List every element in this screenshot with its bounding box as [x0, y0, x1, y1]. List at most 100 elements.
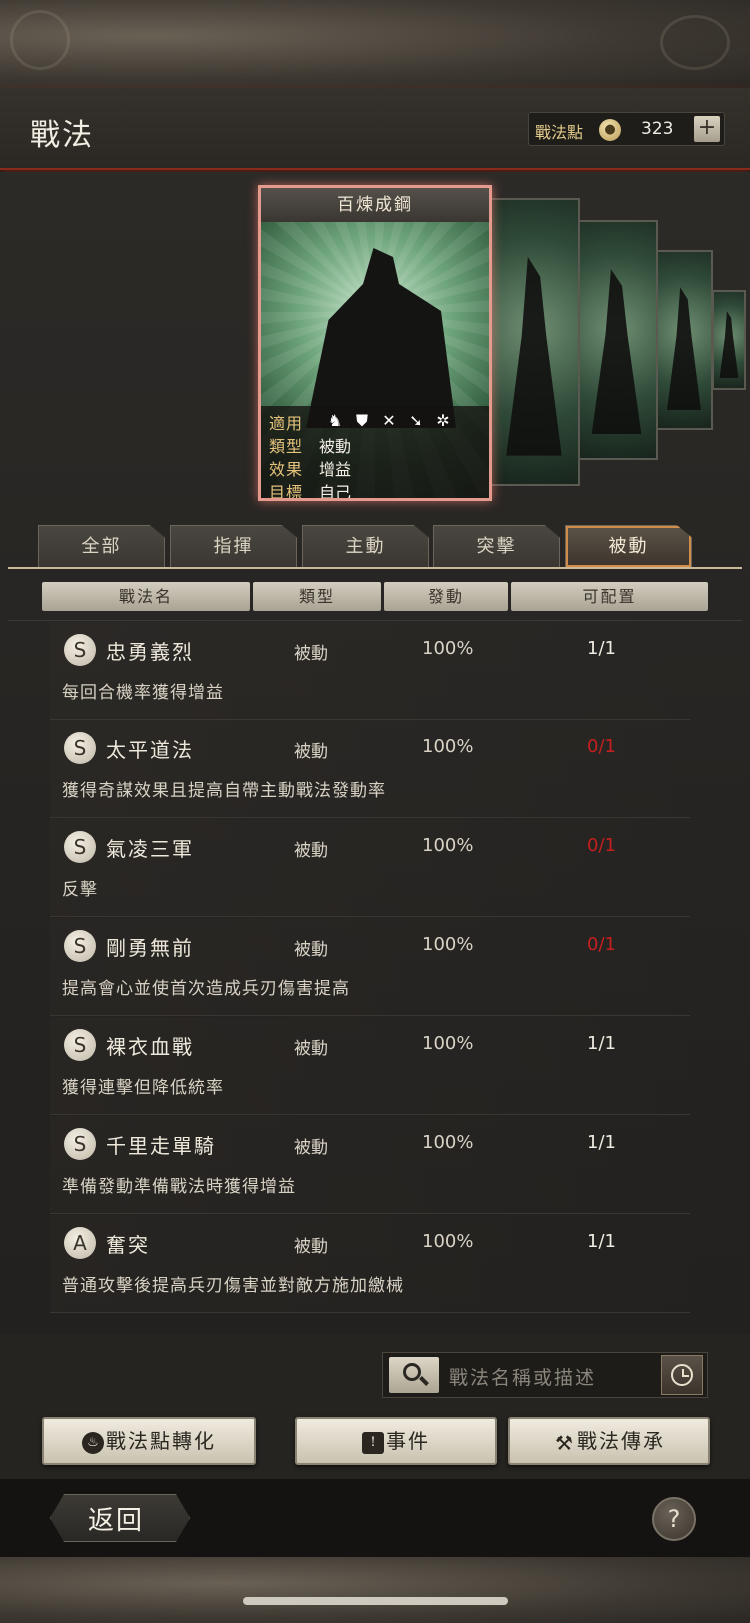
skill-row[interactable]: S 氣凌三軍 被動 100% 0/1 反擊 — [50, 819, 690, 917]
column-header-available[interactable]: 可配置 — [511, 582, 708, 611]
skill-type: 被動 — [294, 940, 328, 960]
column-header-name[interactable]: 戰法名 — [42, 582, 250, 611]
header-separator — [8, 620, 742, 621]
skill-rate: 100% — [422, 736, 474, 757]
skill-rate: 100% — [422, 1231, 474, 1252]
help-button[interactable]: ? — [652, 1497, 696, 1541]
skill-type: 被動 — [294, 742, 328, 762]
card-preview-3[interactable] — [655, 250, 713, 430]
bow-icon: ✕ — [382, 411, 396, 430]
skill-description: 獲得奇謀效果且提高自帶主動戰法發動率 — [62, 781, 386, 801]
skill-count: 0/1 — [587, 934, 616, 955]
card-title: 百煉成鋼 — [261, 188, 489, 222]
inherit-tactic-label: 戰法傳承 — [577, 1429, 665, 1453]
search-input[interactable]: 戰法名稱或描述 — [449, 1363, 596, 1390]
skill-type: 被動 — [294, 1039, 328, 1059]
grade-badge: S — [64, 634, 96, 666]
column-header-type[interactable]: 類型 — [253, 582, 381, 611]
wheel-icon: ✲ — [436, 411, 450, 430]
skill-type: 被動 — [294, 841, 328, 861]
skill-row[interactable]: A 奮突 被動 100% 1/1 普通攻擊後提高兵刃傷害並對敵方施加繳械 — [50, 1215, 690, 1313]
skill-count: 1/1 — [587, 1033, 616, 1054]
skill-rate: 100% — [422, 934, 474, 955]
card-preview-4[interactable] — [712, 290, 746, 390]
flame-icon: ♨ — [82, 1431, 104, 1454]
skill-type: 被動 — [294, 644, 328, 664]
tab-assault[interactable]: 突擊 — [433, 525, 560, 567]
hammer-icon: ⚒ — [555, 1430, 573, 1455]
inherit-tactic-button[interactable]: ⚒ 戰法傳承 — [508, 1417, 710, 1465]
history-button[interactable] — [661, 1355, 703, 1395]
tactic-points-label: 戰法點 — [535, 123, 584, 142]
cavalry-icon: ♞ — [327, 411, 343, 430]
skill-name: 氣凌三軍 — [106, 837, 194, 861]
skill-row[interactable]: S 太平道法 被動 100% 0/1 獲得奇謀效果且提高自帶主動戰法發動率 — [50, 720, 690, 818]
page-title: 戰法 — [30, 118, 94, 153]
skill-name: 太平道法 — [106, 738, 194, 762]
featured-tactic-card[interactable]: 百煉成鋼 適用 ♞ ⛊ ✕ ➘ ✲ 類型 被動 效果 增益 目標 自己 — [258, 185, 492, 501]
event-label: 事件 — [386, 1429, 430, 1453]
top-background — [0, 0, 750, 90]
event-button[interactable]: ! 事件 — [295, 1417, 497, 1465]
bottom-decoration — [0, 1557, 750, 1623]
tab-passive[interactable]: 被動 — [565, 525, 692, 567]
skill-description: 反擊 — [62, 880, 98, 900]
skill-description: 提高會心並使首次造成兵刃傷害提高 — [62, 979, 350, 999]
tab-command[interactable]: 指揮 — [170, 525, 297, 567]
card-info-panel: 適用 ♞ ⛊ ✕ ➘ ✲ 類型 被動 效果 增益 目標 自己 — [261, 406, 489, 501]
tab-divider — [8, 567, 742, 569]
tactic-point-coin-icon: ● — [599, 119, 621, 141]
grade-badge: S — [64, 1128, 96, 1160]
grade-badge: S — [64, 831, 96, 863]
card-preview-2[interactable] — [575, 220, 658, 460]
back-label[interactable]: 返回 — [88, 1500, 144, 1537]
tab-active[interactable]: 主動 — [302, 525, 429, 567]
skill-rate: 100% — [422, 835, 474, 856]
skill-name: 剛勇無前 — [106, 936, 194, 960]
card-row-applicable: 適用 ♞ ⛊ ✕ ➘ ✲ — [269, 410, 450, 433]
skill-row[interactable]: S 裸衣血戰 被動 100% 1/1 獲得連擊但降低統率 — [50, 1017, 690, 1115]
convert-points-button[interactable]: ♨ 戰法點轉化 — [42, 1417, 256, 1465]
event-icon: ! — [362, 1431, 384, 1454]
search-box[interactable]: 戰法名稱或描述 — [382, 1352, 708, 1398]
skill-name: 裸衣血戰 — [106, 1035, 194, 1059]
troop-type-icons: ♞ ⛊ ✕ ➘ ✲ — [325, 411, 460, 431]
skill-description: 獲得連擊但降低統率 — [62, 1078, 224, 1098]
skill-description: 普通攻擊後提高兵刃傷害並對敵方施加繳械 — [62, 1276, 404, 1296]
spear-icon: ➘ — [409, 411, 423, 430]
skill-count: 1/1 — [587, 1231, 616, 1252]
tactic-points-box: 戰法點 ● 323 + — [528, 112, 725, 146]
tab-all[interactable]: 全部 — [38, 525, 165, 567]
clock-icon — [671, 1364, 693, 1386]
skill-row[interactable]: S 忠勇義烈 被動 100% 1/1 每回合機率獲得增益 — [50, 622, 690, 720]
skill-count: 0/1 — [587, 835, 616, 856]
skill-count: 0/1 — [587, 736, 616, 757]
skill-description: 準備發動準備戰法時獲得增益 — [62, 1177, 296, 1197]
card-preview-1[interactable] — [488, 198, 580, 486]
skill-rate: 100% — [422, 638, 474, 659]
tactic-points-value: 323 — [641, 119, 674, 139]
skill-row[interactable]: S 剛勇無前 被動 100% 0/1 提高會心並使首次造成兵刃傷害提高 — [50, 918, 690, 1016]
skill-name: 忠勇義烈 — [106, 640, 194, 664]
skill-row[interactable]: S 千里走單騎 被動 100% 1/1 準備發動準備戰法時獲得增益 — [50, 1116, 690, 1214]
search-button[interactable] — [389, 1357, 439, 1393]
skill-count: 1/1 — [587, 638, 616, 659]
card-row-target: 目標 自己 — [269, 483, 352, 501]
header-bar: 戰法 戰法點 ● 323 + — [0, 88, 750, 170]
skill-type: 被動 — [294, 1138, 328, 1158]
card-row-type: 類型 被動 — [269, 437, 352, 456]
home-indicator[interactable] — [243, 1597, 508, 1605]
skill-rate: 100% — [422, 1132, 474, 1153]
grade-badge: S — [64, 1029, 96, 1061]
skill-name: 奮突 — [106, 1233, 150, 1257]
skill-type: 被動 — [294, 1237, 328, 1257]
convert-points-label: 戰法點轉化 — [106, 1429, 216, 1453]
shield-icon: ⛊ — [355, 411, 368, 430]
grade-badge: A — [64, 1227, 96, 1259]
skill-count: 1/1 — [587, 1132, 616, 1153]
grade-badge: S — [64, 930, 96, 962]
column-header-trigger[interactable]: 發動 — [384, 582, 508, 611]
grade-badge: S — [64, 732, 96, 764]
skill-description: 每回合機率獲得增益 — [62, 683, 224, 703]
add-points-button[interactable]: + — [694, 116, 720, 142]
